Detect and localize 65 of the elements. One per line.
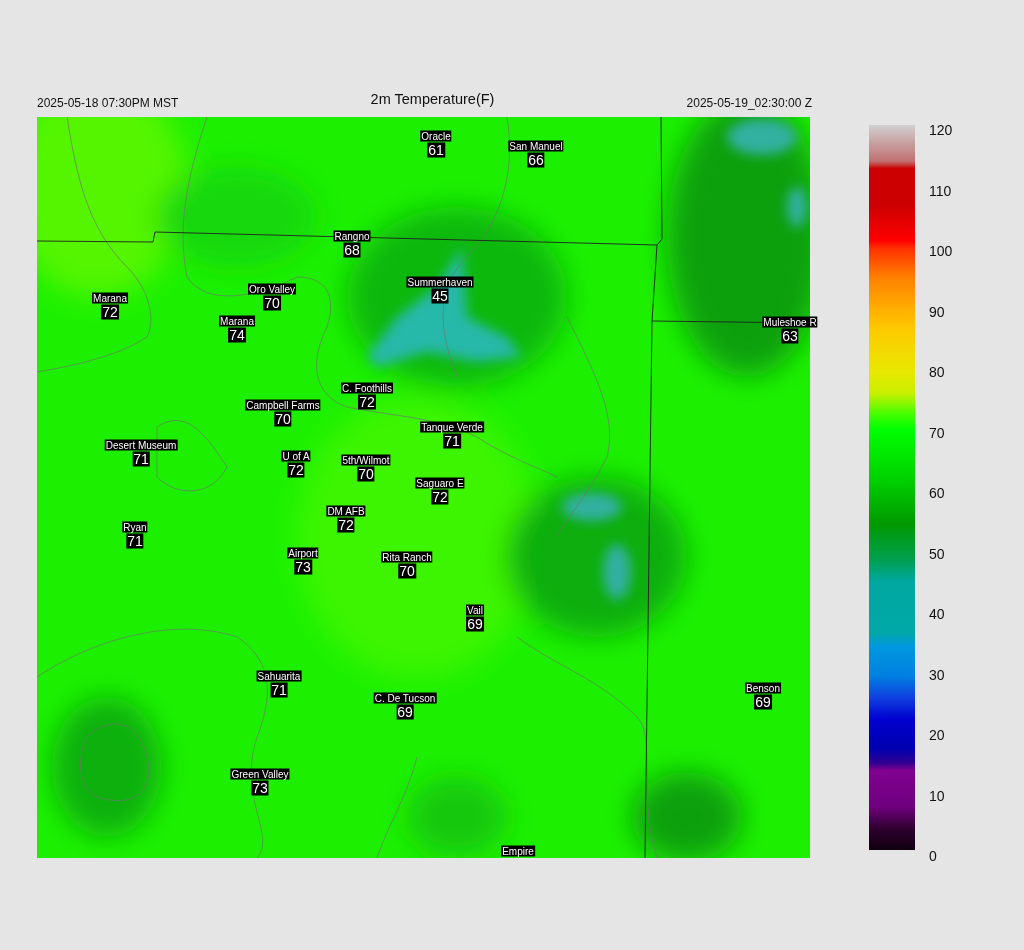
local-time: 2025-05-18 07:30PM MST (37, 96, 179, 110)
station-name: DM AFB (326, 505, 366, 517)
station-name: U of A (281, 450, 311, 462)
temperature-value: 71 (126, 533, 144, 549)
temperature-value: 66 (527, 152, 545, 168)
station-name: San Manuel (508, 140, 564, 152)
scale-tick-label: 60 (929, 486, 946, 500)
temperature-value: 70 (398, 563, 416, 579)
temperature-value: 72 (287, 462, 305, 478)
station-name: Sahuarita (256, 670, 302, 682)
temperature-value: 70 (263, 295, 281, 311)
temperature-value: 71 (443, 433, 461, 449)
station-name: Green Valley (230, 768, 290, 780)
station-name: Tanque Verde (420, 421, 484, 433)
station-name: Campbell Farms (245, 399, 321, 411)
scale-tick-label: 0 (929, 849, 938, 863)
station-name: Muleshoe R (762, 316, 818, 328)
station-name: 5th/Wilmot (341, 454, 391, 466)
temperature-value: 61 (427, 142, 445, 158)
station-name: Ryan (122, 521, 148, 533)
station-name: C. Foothills (341, 382, 393, 394)
station-name: C. De Tucson (373, 692, 437, 704)
temperature-value: 68 (343, 242, 361, 258)
scale-tick-label: 120 (929, 123, 953, 137)
temperature-value: 63 (781, 328, 799, 344)
temperature-value: 70 (274, 411, 292, 427)
scale-tick-label: 10 (929, 788, 946, 803)
temperature-value: 74 (228, 327, 246, 343)
scale-tick-label: 70 (929, 425, 946, 440)
temperature-value: 71 (270, 682, 288, 698)
temperature-value: 45 (431, 288, 449, 304)
station-name: Summerhaven (406, 276, 474, 288)
scale-tick-label: 90 (929, 304, 946, 319)
temperature-value: 72 (337, 517, 355, 533)
temperature-value: 69 (466, 616, 484, 632)
scale-tick-label: 110 (929, 183, 953, 198)
station-name: Oracle (420, 130, 452, 142)
valid-time: 2025-05-19_02:30:00 Z (686, 96, 812, 110)
scale-tick-label: 40 (929, 607, 946, 621)
station-name: Marana (92, 292, 128, 304)
temperature-value: 69 (754, 694, 772, 710)
station-name: Marana (219, 315, 255, 327)
station-name: Airport (287, 547, 319, 559)
scale-tick-label: 80 (929, 365, 946, 379)
station-name: Benson (745, 682, 781, 694)
station-name: Rangno (333, 230, 371, 242)
temperature-value: 72 (358, 394, 376, 410)
temperature-value: 72 (101, 304, 119, 320)
scale-tick-label: 100 (929, 244, 953, 258)
temperature-value: 73 (294, 559, 312, 575)
station-name: Desert Museum (104, 439, 178, 451)
station-name: Saguaro E (415, 477, 465, 489)
scale-tick-label: 50 (929, 546, 946, 561)
station-name: Rita Ranch (381, 551, 433, 563)
temperature-value: 72 (431, 489, 449, 505)
temperature-value: 70 (357, 466, 375, 482)
temperature-value: 69 (396, 704, 414, 720)
chart-title: 2m Temperature(F) (370, 91, 495, 107)
scale-tick-label: 30 (929, 667, 946, 682)
station-name: Vail (466, 604, 484, 616)
temperature-value: 71 (132, 451, 150, 467)
station-name: Empire (501, 845, 535, 857)
scale-tick-label: 20 (929, 728, 946, 742)
station-name: Oro Valley (248, 283, 296, 295)
temperature-value: 73 (251, 780, 269, 796)
